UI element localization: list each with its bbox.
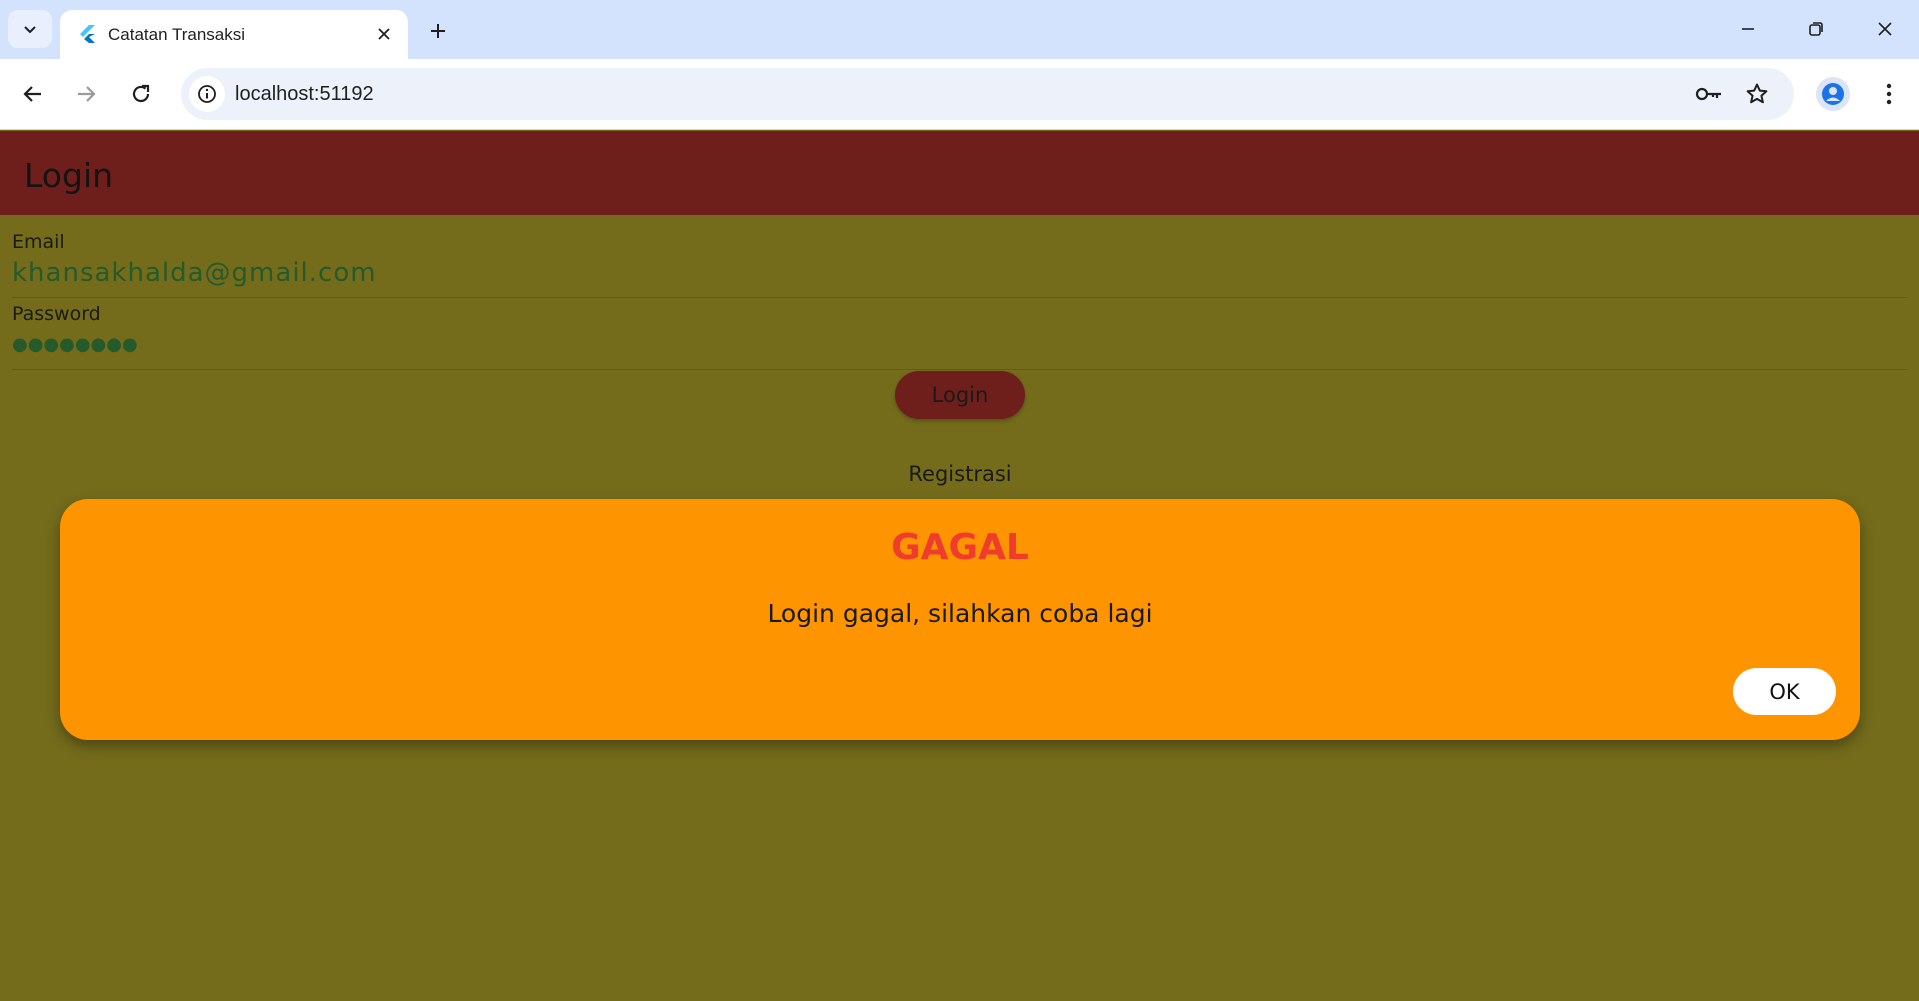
app-bar: Login xyxy=(0,131,1919,215)
browser-menu-button[interactable] xyxy=(1872,77,1906,111)
password-underline xyxy=(12,369,1907,370)
close-window-button[interactable] xyxy=(1861,10,1909,48)
kebab-menu-icon xyxy=(1886,83,1892,105)
email-field[interactable]: khansakhalda@gmail.com xyxy=(12,258,377,288)
forward-button[interactable] xyxy=(66,74,106,114)
passwords-button[interactable] xyxy=(1693,78,1725,110)
back-button[interactable] xyxy=(13,74,53,114)
url-text: localhost:51192 xyxy=(235,83,374,105)
email-underline xyxy=(12,297,1907,298)
star-icon xyxy=(1746,83,1768,104)
reload-button[interactable] xyxy=(121,74,161,114)
close-icon xyxy=(378,28,390,40)
key-icon xyxy=(1695,87,1721,101)
profile-button[interactable] xyxy=(1816,77,1850,111)
password-label: Password xyxy=(12,303,101,325)
site-info-button[interactable] xyxy=(189,76,225,112)
dialog-message: Login gagal, silahkan coba lagi xyxy=(767,599,1153,628)
error-dialog: GAGAL Login gagal, silahkan coba lagi OK xyxy=(60,499,1860,740)
browser-tab-strip: Catatan Transaksi xyxy=(0,0,1919,59)
browser-tab-active[interactable]: Catatan Transaksi xyxy=(60,10,408,59)
dialog-title: GAGAL xyxy=(891,527,1029,568)
new-tab-button[interactable] xyxy=(422,15,454,47)
close-icon xyxy=(1878,22,1892,36)
arrow-left-icon xyxy=(23,86,41,102)
login-button[interactable]: Login xyxy=(895,371,1025,419)
password-field[interactable]: ●●●●●●●● xyxy=(12,334,138,355)
restore-icon xyxy=(1809,22,1823,36)
email-label: Email xyxy=(12,231,65,253)
restore-button[interactable] xyxy=(1792,10,1840,48)
tab-close-button[interactable] xyxy=(370,20,398,48)
plus-icon xyxy=(431,24,445,38)
register-link[interactable]: Registrasi xyxy=(880,462,1040,486)
info-icon xyxy=(198,85,216,103)
minimize-button[interactable] xyxy=(1724,10,1772,48)
reload-icon xyxy=(132,84,150,103)
tab-search-button[interactable] xyxy=(8,10,52,48)
chevron-down-icon xyxy=(24,26,36,34)
ok-button[interactable]: OK xyxy=(1733,668,1836,715)
browser-toolbar: localhost:51192 xyxy=(0,59,1919,130)
page-title: Login xyxy=(24,156,114,195)
bookmark-button[interactable] xyxy=(1741,78,1773,110)
minimize-icon xyxy=(1742,28,1754,30)
flutter-icon xyxy=(80,25,95,43)
person-icon xyxy=(1822,83,1844,105)
arrow-right-icon xyxy=(78,86,96,102)
address-bar[interactable]: localhost:51192 xyxy=(181,68,1794,120)
tab-title: Catatan Transaksi xyxy=(108,25,246,44)
